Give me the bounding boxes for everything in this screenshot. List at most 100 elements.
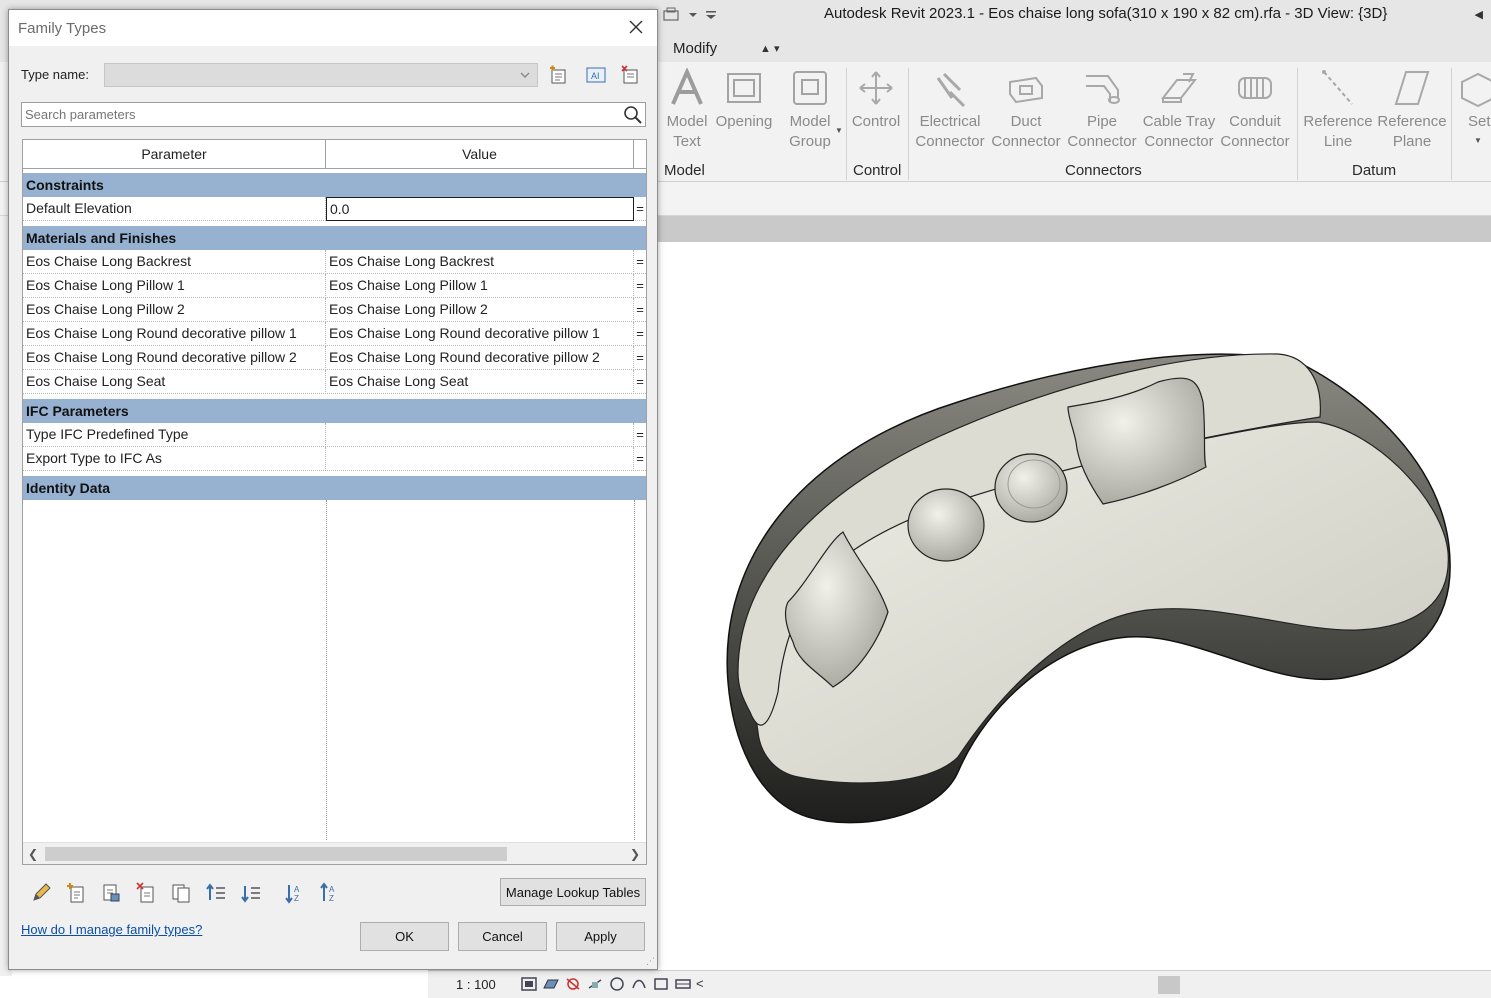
table-row[interactable]: Eos Chaise Long Round decorative pillow … <box>23 322 646 346</box>
help-link[interactable]: How do I manage family types? <box>21 922 202 937</box>
scroll-left-icon[interactable]: < <box>696 976 714 992</box>
parameter-value[interactable]: Eos Chaise Long Round decorative pillow … <box>326 346 634 370</box>
quick-access-toolbar[interactable] <box>662 6 718 24</box>
scroll-right-arrow-icon[interactable]: ❯ <box>630 847 640 861</box>
set-button[interactable]: Set <box>1458 68 1491 132</box>
panel-separator <box>1451 68 1452 180</box>
visual-style-icon[interactable] <box>542 976 560 992</box>
collapse-arrow-icon[interactable]: ◀ <box>1475 8 1483 21</box>
opening-button[interactable]: Opening <box>715 68 773 132</box>
formula-cell[interactable]: = <box>634 274 646 298</box>
sofa-model[interactable] <box>658 242 1491 970</box>
detail-level-icon[interactable] <box>520 976 538 992</box>
customize-menu-icon[interactable] <box>704 9 718 21</box>
formula-cell[interactable]: = <box>634 423 646 447</box>
model-group-dropdown-icon[interactable]: ▼ <box>835 126 843 135</box>
table-row[interactable]: Eos Chaise Long Seat Eos Chaise Long Sea… <box>23 370 646 394</box>
context-dropdown-icon[interactable]: ▲ ▾ <box>760 42 779 55</box>
move-parameter-up-button[interactable] <box>198 879 233 907</box>
cable-tray-connector-button[interactable]: Cable Tray Connector <box>1140 68 1218 152</box>
table-row[interactable]: Eos Chaise Long Backrest Eos Chaise Long… <box>23 250 646 274</box>
formula-cell[interactable]: = <box>634 322 646 346</box>
show-crop-icon[interactable] <box>674 976 692 992</box>
reference-line-icon <box>1322 70 1353 105</box>
3d-viewport[interactable] <box>658 242 1491 970</box>
formula-cell[interactable]: = <box>634 197 646 221</box>
close-icon[interactable] <box>627 18 645 36</box>
formula-cell[interactable]: = <box>634 370 646 394</box>
parameters-grid: Parameter Value Constraints Default Elev… <box>22 139 647 865</box>
type-name-dropdown[interactable] <box>104 63 538 87</box>
new-type-icon[interactable] <box>547 64 571 86</box>
formula-cell[interactable]: = <box>634 346 646 370</box>
search-icon[interactable] <box>623 105 643 125</box>
grid-horizontal-scrollbar[interactable]: ❮ ❯ <box>23 842 646 864</box>
parameter-value[interactable]: Eos Chaise Long Seat <box>326 370 634 394</box>
sort-ascending-button[interactable]: AZ <box>276 879 311 907</box>
ok-button[interactable]: OK <box>360 922 449 951</box>
reference-line-button[interactable]: Reference Line <box>1302 68 1374 152</box>
set-dropdown-icon[interactable]: ▼ <box>1474 136 1482 145</box>
crop-view-icon[interactable] <box>652 976 670 992</box>
reference-plane-button[interactable]: Reference Plane <box>1376 68 1448 152</box>
move-parameter-down-button[interactable] <box>233 879 268 907</box>
parameter-value-input[interactable]: 0.0 <box>326 197 634 221</box>
parameter-value[interactable]: Eos Chaise Long Pillow 2 <box>326 298 634 322</box>
manage-lookup-tables-button[interactable]: Manage Lookup Tables <box>500 878 646 906</box>
apply-button[interactable]: Apply <box>556 922 645 951</box>
sort-descending-button[interactable]: AZ <box>311 879 346 907</box>
model-text-button[interactable]: Model Text <box>664 68 710 152</box>
parameter-value[interactable]: Eos Chaise Long Backrest <box>326 250 634 274</box>
group-header-ifc-parameters[interactable]: IFC Parameters <box>23 399 646 423</box>
formula-cell[interactable]: = <box>634 298 646 322</box>
scrollbar-thumb[interactable] <box>45 847 507 861</box>
model-group-button[interactable]: Model Group <box>784 68 836 152</box>
delete-type-icon[interactable] <box>619 64 643 86</box>
group-header-identity-data[interactable]: Identity Data <box>23 476 646 500</box>
table-row[interactable]: Type IFC Predefined Type = <box>23 423 646 447</box>
shadows-icon[interactable] <box>586 976 604 992</box>
resize-grip-icon[interactable]: ⋰ <box>646 956 655 967</box>
lock-view-icon[interactable] <box>630 976 648 992</box>
conduit-connector-button[interactable]: Conduit Connector <box>1218 68 1292 152</box>
formula-cell[interactable]: = <box>634 250 646 274</box>
new-parameter-button[interactable] <box>58 879 93 907</box>
dropdown-arrow-icon[interactable] <box>688 10 698 20</box>
table-row[interactable]: Eos Chaise Long Round decorative pillow … <box>23 346 646 370</box>
search-parameters-field[interactable] <box>21 102 646 127</box>
sort-descending-icon: AZ <box>319 882 335 903</box>
electrical-connector-button[interactable]: Electrical Connector <box>914 68 986 152</box>
pipe-connector-button[interactable]: Pipe Connector <box>1066 68 1138 152</box>
table-row[interactable]: Eos Chaise Long Pillow 2 Eos Chaise Long… <box>23 298 646 322</box>
dialog-title-bar[interactable]: Family Types <box>9 10 657 46</box>
control-button[interactable]: Control <box>850 68 902 132</box>
parameter-value[interactable] <box>326 447 634 471</box>
formula-cell[interactable]: = <box>634 447 646 471</box>
parameter-value[interactable] <box>326 423 634 447</box>
group-header-materials-and-finishes[interactable]: Materials and Finishes <box>23 226 646 250</box>
delete-parameter-button[interactable] <box>128 879 163 907</box>
sun-path-icon[interactable] <box>564 976 582 992</box>
modify-parameter-button[interactable] <box>93 879 128 907</box>
table-row[interactable]: Eos Chaise Long Pillow 1 Eos Chaise Long… <box>23 274 646 298</box>
parameter-value[interactable]: Eos Chaise Long Pillow 1 <box>326 274 634 298</box>
column-header-value[interactable]: Value <box>326 140 634 169</box>
type-name-label: Type name: <box>21 67 89 82</box>
search-input[interactable] <box>25 105 615 124</box>
tab-modify[interactable]: Modify <box>673 40 717 57</box>
column-header-parameter[interactable]: Parameter <box>23 140 326 169</box>
parameter-value[interactable]: Eos Chaise Long Round decorative pillow … <box>326 322 634 346</box>
cancel-button[interactable]: Cancel <box>458 922 547 951</box>
print-icon[interactable] <box>662 6 682 24</box>
group-header-constraints[interactable]: Constraints <box>23 173 646 197</box>
view-scale[interactable]: 1 : 100 <box>456 977 496 992</box>
edit-parameter-button[interactable] <box>23 879 58 907</box>
table-row[interactable]: Export Type to IFC As = <box>23 447 646 471</box>
scroll-left-arrow-icon[interactable]: ❮ <box>28 847 38 861</box>
copy-parameter-button[interactable] <box>163 879 198 907</box>
duct-connector-button[interactable]: Duct Connector <box>990 68 1062 152</box>
horizontal-scrollbar-thumb[interactable] <box>1158 976 1180 994</box>
render-icon[interactable] <box>608 976 626 992</box>
rename-type-icon[interactable]: AI <box>584 64 608 86</box>
table-row[interactable]: Default Elevation 0.0 = <box>23 197 646 221</box>
